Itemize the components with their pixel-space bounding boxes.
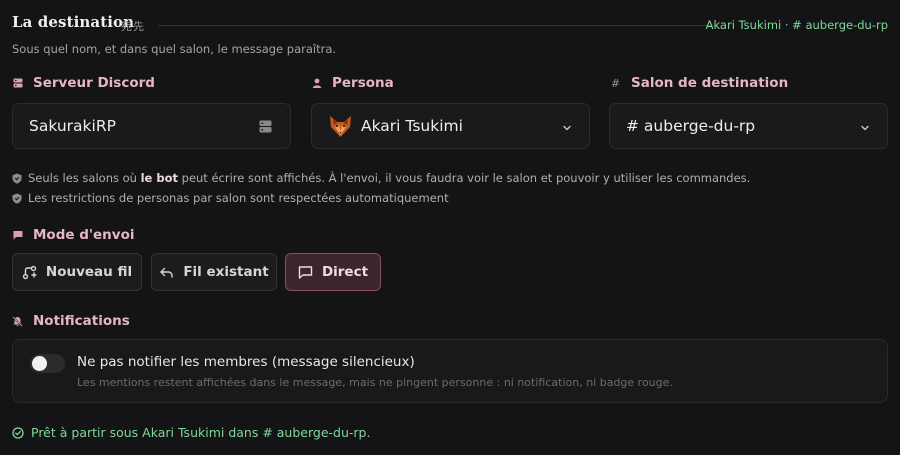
persona-restriction-note: Les restrictions de personas par salon s… [12,191,449,205]
channel-select[interactable]: # auberge-du-rp [609,103,888,149]
header-divider [158,25,716,26]
server-label: Serveur Discord [12,75,155,91]
silent-notification-card [12,339,888,403]
server-list-icon [259,120,272,133]
section-title: La destination [12,13,135,31]
check-circle-icon [12,426,24,439]
mode-direct-button[interactable]: Direct [285,253,381,291]
hash-icon: # [610,76,621,90]
persona-label: Persona [311,75,394,91]
user-icon [311,78,322,89]
persona-value: Akari Tsukimi [361,117,463,135]
bot-permission-note: Seuls les salons où le bot peut écrire s… [12,171,750,185]
message-square-icon [298,265,313,280]
server-icon [12,78,23,89]
fox-avatar-icon [328,114,353,139]
shield-icon [12,173,22,184]
persona-select[interactable]: Akari Tsukimi [311,103,590,149]
chevron-down-icon [561,120,573,132]
mode-new-thread-button[interactable]: Nouveau fil [12,253,142,291]
channel-value: # auberge-du-rp [626,117,756,135]
silent-toggle-description: Les mentions restent affichées dans le m… [77,376,673,389]
message-icon [12,230,23,241]
destination-summary: Akari Tsukimi · # auberge-du-rp [705,18,888,32]
silent-toggle-label: Ne pas notifier les membres (message sil… [77,354,415,370]
section-subtitle: Sous quel nom, et dans quel salon, le me… [12,42,337,56]
section-title-jp: 宛先 [121,20,145,33]
thread-new-icon [22,265,37,280]
mode-existing-thread-button[interactable]: Fil existant [151,253,277,291]
send-mode-label: Mode d'envoi [12,227,135,243]
channel-label: # Salon de destination [610,75,789,91]
notifications-label: Notifications [12,313,130,329]
ready-status: Prêt à partir sous Akari Tsukimi dans # … [12,425,370,440]
shield-icon [12,193,22,204]
server-select[interactable]: SakurakiRP [12,103,291,149]
silent-toggle-knob [32,356,47,371]
server-value: SakurakiRP [29,117,116,135]
bell-off-icon [12,315,23,327]
reply-arrow-icon [159,265,174,280]
chevron-down-icon [859,120,871,132]
